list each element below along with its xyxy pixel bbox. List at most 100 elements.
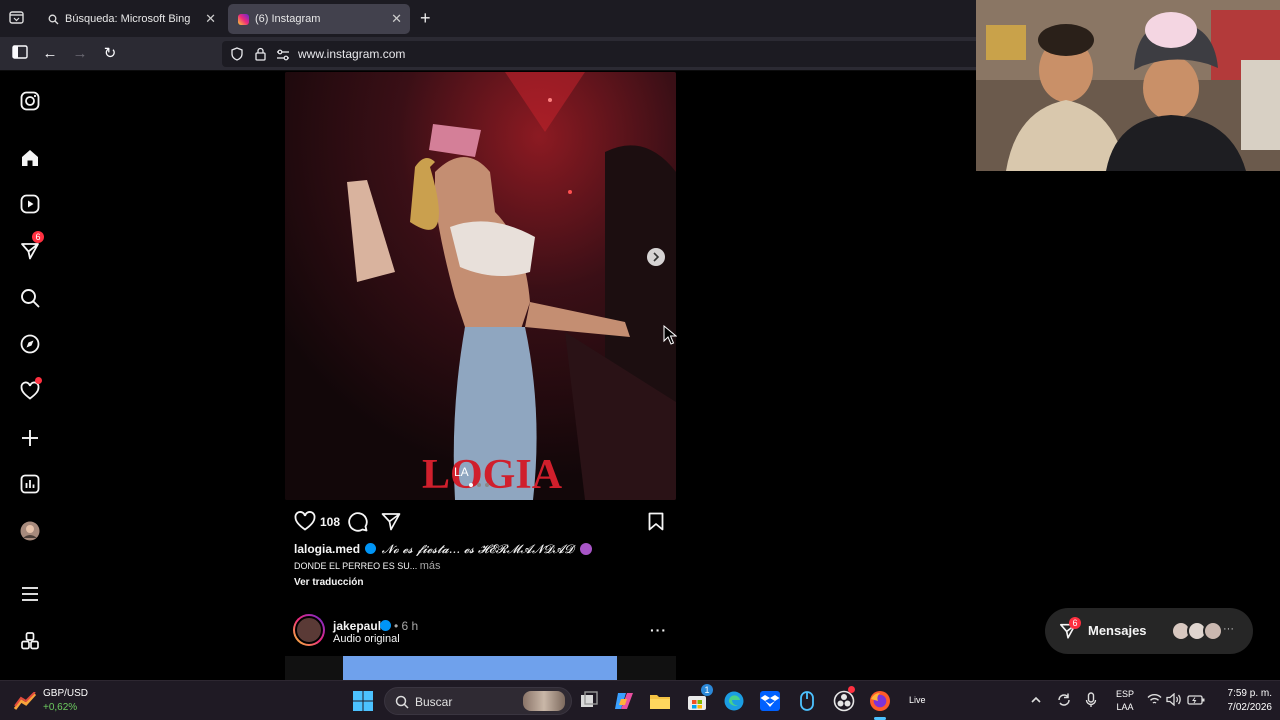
windows-start-icon[interactable] xyxy=(352,690,374,712)
notifications-badge: 6 xyxy=(32,231,44,243)
reload-button[interactable]: ↻ xyxy=(101,45,119,63)
recording-dot xyxy=(848,686,855,693)
ticker-change: +0,62% xyxy=(43,702,78,713)
devil-emoji-icon xyxy=(579,543,592,555)
microphone-icon[interactable] xyxy=(1085,692,1097,713)
direct-messages-icon[interactable]: 6 xyxy=(18,231,44,263)
caption-text-2: DONDE EL PERREO ES SU... xyxy=(294,561,418,571)
brand-logo-small: LA xyxy=(454,465,469,479)
url-text: www.instagram.com xyxy=(298,47,406,61)
edge-icon[interactable] xyxy=(723,690,745,712)
instagram-logo-icon[interactable] xyxy=(18,89,42,113)
search-highlight-image xyxy=(523,691,565,711)
caption-text: 𝓝𝓸 𝓮𝓼 𝓯𝓲𝓮𝓼𝓽𝓪... 𝓮𝓼 𝓗𝓔𝓡𝓜𝓐𝓝𝓓𝓐𝓓 xyxy=(381,542,574,556)
post-image[interactable]: LOGIA LA xyxy=(285,72,676,500)
more-link[interactable]: más xyxy=(420,560,441,572)
battery-icon[interactable] xyxy=(1187,693,1205,711)
next-post-time: • 6 h xyxy=(394,619,419,633)
obs-icon[interactable] xyxy=(833,686,855,712)
notification-dot xyxy=(35,377,42,384)
carousel-next-button[interactable] xyxy=(647,248,665,266)
live-label[interactable]: Live xyxy=(909,695,926,705)
chevron-up-icon[interactable] xyxy=(1030,693,1042,711)
heart-icon[interactable] xyxy=(18,377,42,403)
messages-label: Mensajes xyxy=(1088,623,1147,638)
messages-badge: 6 xyxy=(1069,617,1081,629)
language-indicator[interactable]: ESP LAA xyxy=(1113,688,1137,714)
explore-icon[interactable] xyxy=(18,332,42,356)
copilot-icon[interactable] xyxy=(613,690,635,712)
profile-avatar[interactable] xyxy=(18,519,42,543)
next-post-audio[interactable]: Audio original xyxy=(333,633,400,645)
windows-taskbar: GBP/USD +0,62% Buscar 1 Live ESP LAA 7:5… xyxy=(0,680,1280,720)
tab-label: Búsqueda: Microsoft Bing xyxy=(65,13,191,25)
forward-button[interactable]: → xyxy=(71,45,89,63)
next-post-avatar[interactable] xyxy=(293,614,325,646)
menu-icon[interactable] xyxy=(18,582,42,606)
permissions-icon[interactable] xyxy=(276,48,290,66)
see-translation-link[interactable]: Ver traducción xyxy=(294,577,363,588)
more-avatars-icon: ··· xyxy=(1223,623,1234,635)
search-icon xyxy=(395,695,409,714)
mouse-cursor xyxy=(663,324,678,350)
file-explorer-icon[interactable] xyxy=(649,690,671,712)
reels-icon[interactable] xyxy=(18,192,42,216)
home-icon[interactable] xyxy=(18,146,42,170)
mouse-software-icon[interactable] xyxy=(796,690,818,712)
create-icon[interactable] xyxy=(18,426,42,450)
like-icon[interactable] xyxy=(294,511,316,536)
lock-icon[interactable] xyxy=(255,47,266,66)
webcam-overlay xyxy=(976,0,1280,171)
ticker-symbol: GBP/USD xyxy=(43,688,89,699)
stocks-icon xyxy=(13,691,37,715)
post-caption-line2: DONDE EL PERREO ES SU... más xyxy=(294,560,441,572)
tab-bing[interactable]: Búsqueda: Microsoft Bing ✕ xyxy=(38,4,224,34)
dashboard-icon[interactable] xyxy=(18,472,42,496)
sidebar-toggle-icon[interactable] xyxy=(11,45,29,63)
brand-logo-text: LOGIA xyxy=(422,452,563,498)
search-icon[interactable] xyxy=(18,286,42,310)
comment-icon[interactable] xyxy=(347,511,368,537)
clock-date: 7/02/2026 xyxy=(1227,702,1273,713)
new-tab-button[interactable]: + xyxy=(420,8,431,29)
messages-pill[interactable]: 6 Mensajes ··· xyxy=(1045,608,1253,654)
shield-icon[interactable] xyxy=(231,47,243,66)
like-count: 108 xyxy=(320,515,341,529)
close-tab-icon[interactable]: ✕ xyxy=(205,11,216,27)
stocks-widget[interactable]: GBP/USD +0,62% xyxy=(13,686,134,716)
share-icon[interactable] xyxy=(381,512,401,536)
avatar xyxy=(1203,621,1223,641)
address-bar[interactable]: www.instagram.com xyxy=(222,41,982,67)
back-button[interactable]: ← xyxy=(41,45,59,63)
verified-badge-icon xyxy=(365,543,377,554)
wifi-icon[interactable] xyxy=(1147,693,1162,711)
next-post-media[interactable] xyxy=(285,656,676,680)
instagram-sidebar: 6 xyxy=(0,72,62,680)
language-code: ESP xyxy=(1115,689,1134,699)
next-post-username[interactable]: jakepaul xyxy=(333,619,381,633)
verified-badge-icon xyxy=(380,620,391,631)
dropbox-icon[interactable] xyxy=(759,690,781,712)
more-apps-icon[interactable] xyxy=(18,629,42,653)
search-icon xyxy=(48,14,59,25)
save-icon[interactable] xyxy=(648,512,664,536)
close-tab-icon[interactable]: ✕ xyxy=(391,11,402,27)
store-badge: 1 xyxy=(701,684,713,696)
firefox-icon[interactable] xyxy=(869,690,891,720)
post-username[interactable]: lalogia.med xyxy=(294,542,360,556)
tab-instagram[interactable]: (6) Instagram ✕ xyxy=(228,4,410,34)
microsoft-store-icon[interactable]: 1 xyxy=(686,684,713,712)
more-options-icon[interactable]: ··· xyxy=(650,622,667,638)
tab-list-icon[interactable] xyxy=(9,11,24,24)
keyboard-layout: LAA xyxy=(1116,702,1134,712)
task-view-icon[interactable] xyxy=(578,690,600,712)
sync-icon[interactable] xyxy=(1056,692,1072,713)
post-caption: lalogia.med 𝓝𝓸 𝓮𝓼 𝓯𝓲𝓮𝓼𝓽𝓪... 𝓮𝓼 𝓗𝓔𝓡𝓜𝓐𝓝𝓓𝓐𝓓 xyxy=(294,542,674,558)
clock-time: 7:59 p. m. xyxy=(1227,688,1272,699)
taskbar-search[interactable]: Buscar xyxy=(384,687,572,715)
search-placeholder: Buscar xyxy=(415,695,453,709)
instagram-icon xyxy=(238,13,249,25)
volume-icon[interactable] xyxy=(1166,692,1182,711)
clock[interactable]: 7:59 p. m. 7/02/2026 xyxy=(1212,687,1273,715)
tab-label: (6) Instagram xyxy=(255,13,321,25)
